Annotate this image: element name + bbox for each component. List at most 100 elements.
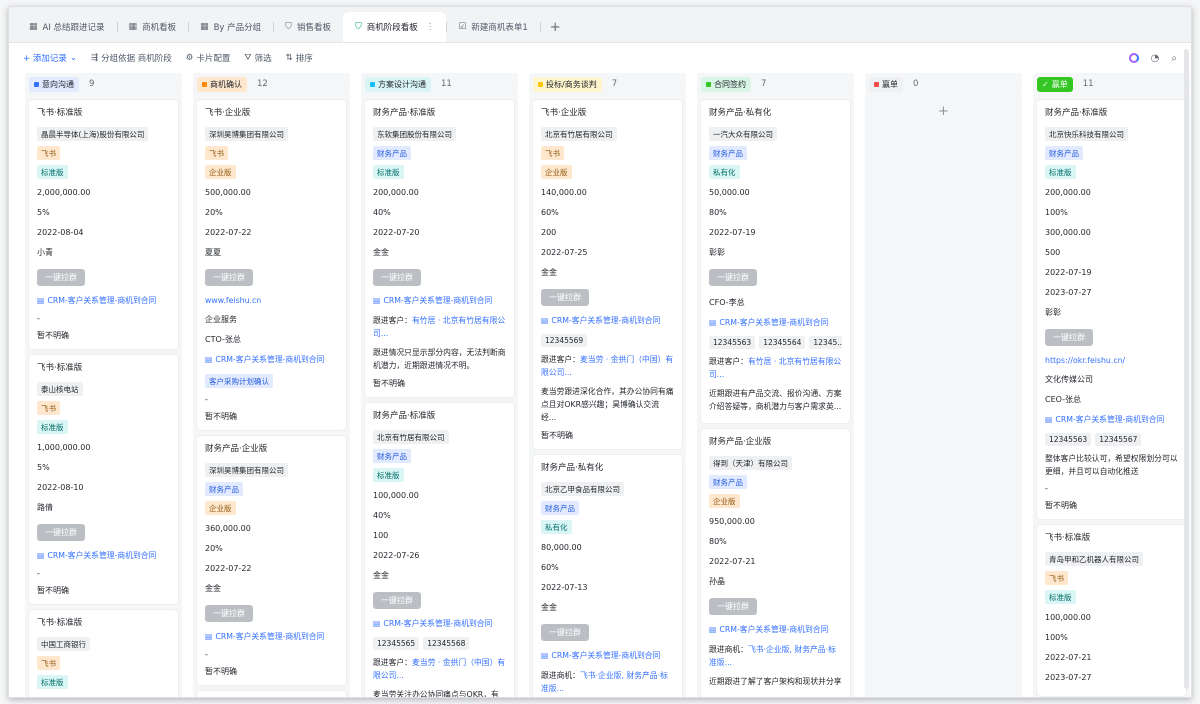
more-icon[interactable]: ⋮ [426,22,435,32]
stage-tag[interactable]: 商机确认 [197,76,247,92]
website-link[interactable]: www.feishu.cn [205,295,338,306]
kanban-column: 赢单 0 + [865,73,1022,697]
tab-3[interactable]: ⛉ 销售看板 [273,12,343,42]
tab-icon: ▦ [128,22,138,32]
date-value-2: 2023-07-27 [1045,288,1092,297]
contact-value: CFO-李总 [709,298,745,307]
one-click-group-button[interactable]: 一键拉群 [541,289,589,306]
crm-link[interactable]: ▤ CRM-客户关系管理-商机到合同 [373,618,506,629]
win-rate: 5% [37,463,50,472]
column-body: 财务产品·私有化 一汽大众有限公司 财务产品 私有化 50,000.00 80% 2022-… [697,95,854,697]
product-tag: 飞书 [37,401,60,415]
opportunity-card[interactable]: 财务产品·标准版 北京有竹居有限公司 财务产品 标准版 100,000.00 40% 100… [365,403,514,697]
stage-tag[interactable]: 合同签约 [701,76,751,92]
amount-value: 200,000.00 [1045,188,1091,197]
amount-value: 1,000,000.00 [37,443,91,452]
vertical-scrollbar[interactable] [1184,49,1189,689]
stage-tag[interactable]: ✓ 赢单 [1037,76,1073,92]
stage-label: 方案设计沟通 [378,79,426,89]
one-click-group-button[interactable]: 一键拉群 [37,524,85,541]
opportunity-card[interactable]: 飞书·标准版 [197,691,346,697]
product-tag: 财务产品 [373,449,411,463]
tab-4[interactable]: ⛉ 商机阶段看板 ⋮ [342,12,447,42]
one-click-group-button[interactable]: 一键拉群 [373,592,421,609]
doc-icon: ▤ [709,625,717,634]
card-config-button[interactable]: ⚙ 卡片配置 [186,52,231,64]
opportunity-card[interactable]: 飞书·企业版 北京有竹居有限公司 飞书 企业版 140,000.00 60% 200 2022… [533,100,682,449]
doc-icon: ▤ [37,551,45,560]
one-click-group-button[interactable]: 一键拉群 [709,598,757,615]
opportunity-card[interactable]: 飞书·标准版 泰山核电站 飞书 标准版 1,000,000.00 5% 2022-08-10… [29,355,178,604]
add-tab-button[interactable]: + [539,12,571,42]
filter-icon: ⛛ [244,53,252,63]
tag-group: 中国工商银行 飞书 标准版 [37,636,170,693]
tab-5[interactable]: ☑ 新建商机表单1 [446,12,540,42]
follow-label: 跟进商机： [541,671,580,680]
tab-1[interactable]: ▦ 商机看板 [116,12,189,42]
website-link[interactable]: https://okr.feishu.cn/ [1045,355,1178,366]
sort-icon: ⇅ [285,53,293,63]
doc-icon: ▤ [1045,415,1053,424]
one-click-group-button[interactable]: 一键拉群 [37,269,85,286]
opportunity-card[interactable]: 财务产品·私有化 北京乙甲食品有限公司 财务产品 私有化 80,000.00 60% 202… [533,455,682,697]
follow-label: 跟进客户： [709,357,748,366]
stage-tag[interactable]: 赢单 [869,76,903,92]
opportunity-card[interactable]: 财务产品·企业版 深圳昊博集团有限公司 财务产品 企业版 360,000.00 20% 20… [197,436,346,685]
search-icon[interactable]: ⌕ [1171,53,1177,64]
add-record-button[interactable]: + 添加记录 ⌄ [23,52,77,64]
sort-button[interactable]: ⇅ 排序 [286,52,313,64]
crm-link[interactable]: ▤ CRM-客户关系管理-商机到合同 [37,550,170,561]
tab-0[interactable]: ▦ AI 总结跟进记录 [17,12,117,42]
crm-link[interactable]: ▤ CRM-客户关系管理-商机到合同 [205,354,338,365]
stage-tag[interactable]: 方案设计沟通 [365,76,431,92]
stage-plan-tag: 客户采购计划确认 [205,374,273,388]
chevron-down-icon[interactable]: ⌄ [70,53,77,63]
group-by-button[interactable]: ⇶ 分组依据 商机阶段 [91,52,172,64]
crm-link[interactable]: ▤ CRM-客户关系管理-商机到合同 [709,317,842,328]
one-click-group-button[interactable]: 一键拉群 [205,605,253,622]
tab-2[interactable]: ▦ By 产品分组 [188,12,273,42]
company-tag: 一汽大众有限公司 [709,127,777,141]
opportunity-card[interactable]: 财务产品·标准版 东软集团股份有限公司 财务产品 标准版 200,000.00 40% 20… [365,100,514,397]
column-body: 飞书·企业版 深圳昊博集团有限公司 飞书 企业版 500,000.00 20% 2022-0… [193,95,350,697]
status-value: 暂不明确 [37,586,69,595]
one-click-group-button[interactable]: 一键拉群 [205,269,253,286]
one-click-group-button[interactable]: 一键拉群 [709,269,757,286]
opportunity-card[interactable]: 财务产品·标准版 北京快乐科技有限公司 财务产品 标准版 200,000.00 100% 3… [1037,100,1186,519]
stage-tag[interactable]: 意向沟通 [29,76,79,92]
crm-link[interactable]: ▤ CRM-客户关系管理-商机到合同 [709,624,842,635]
crm-link[interactable]: ▤ CRM-客户关系管理-商机到合同 [373,295,506,306]
crm-link[interactable]: ▤ CRM-客户关系管理-商机到合同 [37,295,170,306]
column-header: 投标/商务谈判 7 [529,73,686,95]
amount-value: 950,000.00 [709,517,755,526]
stage-tag[interactable]: 投标/商务谈判 [533,76,602,92]
opportunity-card[interactable]: 财务产品·私有化 一汽大众有限公司 财务产品 私有化 50,000.00 80% 2022-… [701,100,850,423]
stage-label: 赢单 [1051,79,1068,89]
quantity-value: 200 [541,228,557,237]
add-card-button[interactable]: + [869,104,1018,119]
opportunity-card[interactable]: 飞书·标准版中国工商银行飞书标准版1,000,000.00 [29,610,178,697]
crm-link-label: CRM-客户关系管理-商机到合同 [551,651,661,660]
crm-link[interactable]: ▤ CRM-客户关系管理-商机到合同 [205,631,338,642]
history-icon[interactable]: ◔ [1151,53,1160,64]
crm-link[interactable]: ▤ CRM-客户关系管理-商机到合同 [541,315,674,326]
one-click-group-button[interactable]: 一键拉群 [373,269,421,286]
id-tags: 12345563 12345567 [1045,433,1178,446]
ai-assistant-icon[interactable] [1128,52,1139,63]
crm-link[interactable]: ▤ CRM-客户关系管理-商机到合同 [541,650,674,661]
filter-button[interactable]: ⛛ 筛选 [244,52,271,64]
tag-group: 北京有竹居有限公司 财务产品 标准版 [373,429,506,486]
stage-label: 商机确认 [210,79,242,89]
kanban-column: ✓ 赢单 11 财务产品·标准版 北京快乐科技有限公司 财务产品 标准版 200,000.00… [1033,73,1190,697]
one-click-group-button[interactable]: 一键拉群 [541,624,589,641]
opportunity-card[interactable]: 飞书·标准版 青岛甲和乙机器人有限公司 飞书 标准版 100,000.00 100% 202… [1037,525,1186,696]
crm-link[interactable]: ▤ CRM-客户关系管理-商机到合同 [1045,414,1178,425]
product-tag: 飞书 [37,656,60,670]
add-record-label: + 添加记录 [23,54,67,64]
card-count: 9 [89,79,95,89]
opportunity-card[interactable]: 财务产品·企业版 得到（天津）有限公司 财务产品 企业版 950,000.00 80% 20… [701,429,850,697]
opportunity-card[interactable]: 飞书·企业版 深圳昊博集团有限公司 飞书 企业版 500,000.00 20% 2022-0… [197,100,346,430]
one-click-group-button[interactable]: 一键拉群 [1045,329,1093,346]
opportunity-card[interactable]: 飞书·标准版 晶晨半导体(上海)股份有限公司 飞书 标准版 2,000,000.00 5%… [29,100,178,349]
card-count: 11 [441,79,452,89]
